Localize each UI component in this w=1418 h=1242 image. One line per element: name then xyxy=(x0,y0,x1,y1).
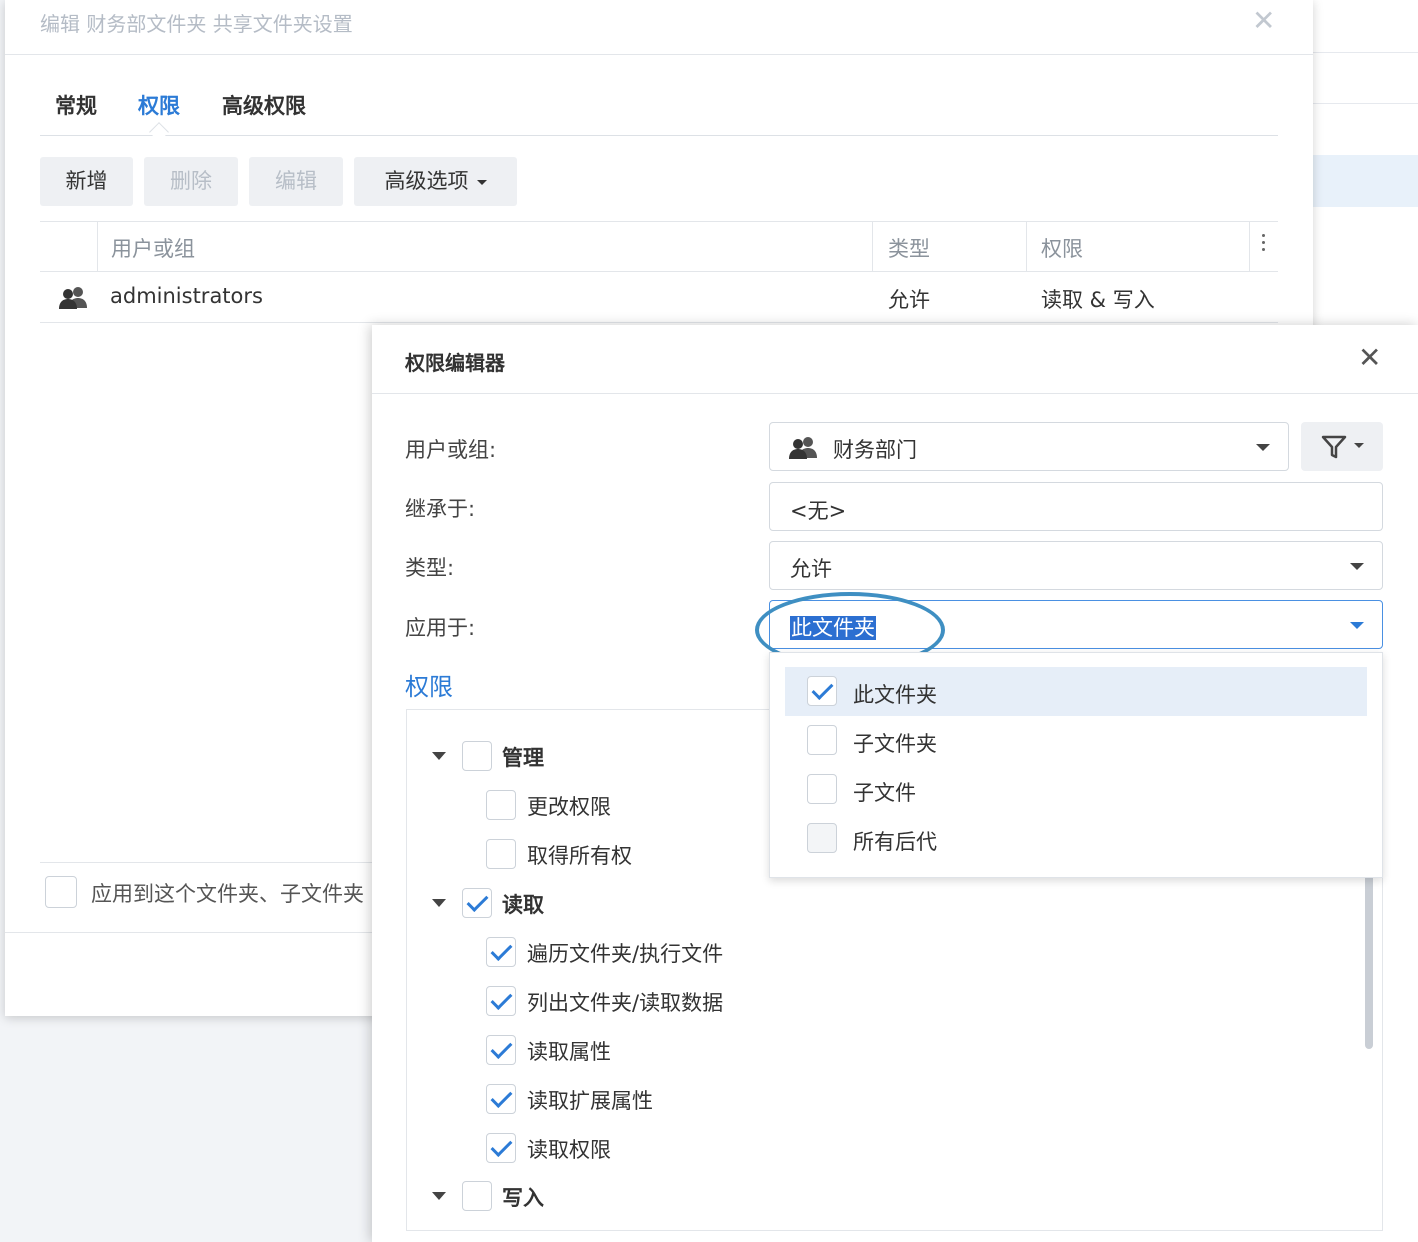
perm-label-read-extended-attributes: 读取扩展属性 xyxy=(527,1089,653,1113)
checkbox-change-permissions[interactable] xyxy=(486,790,516,820)
checkbox-read-permissions[interactable] xyxy=(486,1133,516,1163)
checkbox-read-attributes[interactable] xyxy=(486,1035,516,1065)
column-separator xyxy=(1026,222,1027,272)
close-icon[interactable]: ✕ xyxy=(1252,4,1275,37)
checkbox-read-extended-attributes[interactable] xyxy=(486,1084,516,1114)
expand-arrow-icon[interactable] xyxy=(432,899,446,907)
column-separator xyxy=(872,222,873,272)
perm-label-write: 写入 xyxy=(502,1186,544,1210)
active-tab-indicator xyxy=(149,122,169,142)
permissions-heading: 权限 xyxy=(405,673,453,701)
column-menu-icon[interactable] xyxy=(1262,234,1266,255)
checkbox-manage[interactable] xyxy=(462,741,492,771)
perm-label-change-permissions: 更改权限 xyxy=(527,795,611,819)
menu-item-label: 所有后代 xyxy=(853,830,937,854)
checkbox-traverse-folder[interactable] xyxy=(486,937,516,967)
add-button[interactable]: 新增 xyxy=(40,157,133,206)
row-type: 允许 xyxy=(888,288,930,312)
checkbox-subfiles xyxy=(807,774,837,804)
filter-button[interactable] xyxy=(1301,422,1383,471)
advanced-options-button[interactable]: 高级选项 xyxy=(354,157,517,206)
apply-to-subfolders-label: 应用到这个文件夹、子文件夹 xyxy=(91,882,364,906)
dialog-title: 编辑 财务部文件夹 共享文件夹设置 xyxy=(40,12,353,36)
expand-arrow-icon[interactable] xyxy=(432,752,446,760)
edit-button[interactable]: 编辑 xyxy=(249,157,343,206)
apply-to-dropdown-menu: 此文件夹 子文件夹 子文件 所有后代 xyxy=(769,652,1383,878)
column-header-permission[interactable]: 权限 xyxy=(1041,233,1083,263)
filter-icon xyxy=(1321,435,1347,459)
column-separator xyxy=(1249,222,1250,272)
checkbox-read[interactable] xyxy=(462,888,492,918)
column-header-type[interactable]: 类型 xyxy=(888,233,930,263)
close-icon[interactable]: ✕ xyxy=(1358,341,1381,374)
perm-label-list-folder: 列出文件夹/读取数据 xyxy=(527,991,724,1015)
menu-item-label: 子文件夹 xyxy=(853,732,937,756)
perm-label-read-permissions: 读取权限 xyxy=(527,1138,611,1162)
chevron-down-icon xyxy=(1350,622,1364,629)
divider xyxy=(372,393,1418,394)
background-selected-row xyxy=(1300,155,1418,207)
table-row[interactable]: administrators 允许 读取 & 写入 xyxy=(40,273,1278,323)
inherit-from-field: <无> xyxy=(769,482,1383,531)
user-or-group-select[interactable]: 财务部门 xyxy=(769,422,1289,471)
expand-arrow-icon[interactable] xyxy=(432,1192,446,1200)
menu-item-subfiles[interactable]: 子文件 xyxy=(785,765,1367,814)
type-select[interactable]: 允许 xyxy=(769,541,1383,590)
menu-item-label: 子文件 xyxy=(853,781,916,805)
checkbox-list-folder[interactable] xyxy=(486,986,516,1016)
checkbox-write[interactable] xyxy=(462,1181,492,1211)
perm-label-traverse-folder: 遍历文件夹/执行文件 xyxy=(527,942,724,966)
background-row-line xyxy=(1300,52,1418,53)
menu-item-label: 此文件夹 xyxy=(853,683,937,707)
group-icon xyxy=(789,437,817,459)
perm-label-read-attributes: 读取属性 xyxy=(527,1040,611,1064)
tab-permissions[interactable]: 权限 xyxy=(138,90,180,120)
inherit-from-label: 继承于: xyxy=(405,497,476,521)
perm-label-manage: 管理 xyxy=(502,746,544,770)
inherit-from-value: <无> xyxy=(790,499,847,523)
menu-item-subfolders[interactable]: 子文件夹 xyxy=(785,716,1367,765)
chevron-down-icon xyxy=(1256,444,1270,451)
delete-button[interactable]: 删除 xyxy=(144,157,238,206)
user-or-group-value: 财务部门 xyxy=(833,438,917,462)
checkbox-subfolders xyxy=(807,725,837,755)
checkbox-all-descendants xyxy=(807,823,837,853)
caret-down-icon xyxy=(476,179,487,185)
chevron-down-icon xyxy=(1350,563,1364,570)
column-separator xyxy=(97,222,98,272)
tab-bar: 常规 权限 高级权限 xyxy=(40,78,1278,142)
advanced-options-label: 高级选项 xyxy=(384,169,469,193)
divider xyxy=(5,54,1313,55)
menu-item-all-descendants[interactable]: 所有后代 xyxy=(785,814,1367,863)
checkbox-take-ownership[interactable] xyxy=(486,839,516,869)
background-row-line xyxy=(1300,103,1418,104)
permission-editor-dialog: 权限编辑器 ✕ 用户或组: 财务部门 继承于: <无> 类型: 允许 应用于: … xyxy=(372,325,1418,1242)
row-user-or-group: administrators xyxy=(110,284,263,308)
apply-to-label: 应用于: xyxy=(405,616,476,640)
tab-advanced-permissions[interactable]: 高级权限 xyxy=(222,90,306,120)
perm-label-take-ownership: 取得所有权 xyxy=(527,844,632,868)
checkbox-this-folder xyxy=(807,676,837,706)
row-permission: 读取 & 写入 xyxy=(1041,288,1155,312)
menu-item-this-folder[interactable]: 此文件夹 xyxy=(785,667,1367,716)
user-or-group-label: 用户或组: xyxy=(405,438,497,462)
type-label: 类型: xyxy=(405,556,455,580)
perm-label-read: 读取 xyxy=(502,893,544,917)
apply-to-subfolders-checkbox[interactable] xyxy=(45,876,77,908)
column-header-user-or-group[interactable]: 用户或组 xyxy=(111,233,195,263)
tab-general[interactable]: 常规 xyxy=(55,90,97,120)
caret-down-icon xyxy=(1354,443,1364,448)
dialog-title: 权限编辑器 xyxy=(405,351,505,375)
type-value: 允许 xyxy=(790,557,832,581)
permission-grid-header: 用户或组 类型 权限 xyxy=(40,221,1278,272)
scrollbar-thumb[interactable] xyxy=(1365,865,1373,1049)
group-icon xyxy=(59,287,87,309)
